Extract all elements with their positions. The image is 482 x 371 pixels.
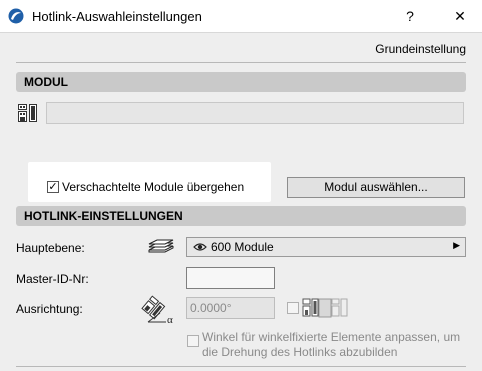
alpha-symbol: α	[167, 314, 173, 325]
module-path-field[interactable]	[46, 102, 464, 124]
section-header-modul[interactable]: MODUL	[16, 72, 466, 92]
bottom-divider	[16, 366, 466, 367]
skip-nested-modules-checkbox[interactable]: ✓	[47, 181, 59, 193]
orientation-label: Ausrichtung:	[16, 302, 83, 316]
select-module-button[interactable]: Modul auswählen...	[287, 177, 465, 198]
section-header-hotlink[interactable]: HOTLINK-EINSTELLUNGEN	[16, 206, 466, 226]
dialog-window: Hotlink-Auswahleinstellungen ? ✕ Grundei…	[0, 0, 482, 371]
help-button[interactable]: ?	[396, 6, 424, 26]
master-id-label: Master-ID-Nr:	[16, 272, 89, 286]
orientation-mode-checkbox[interactable]	[287, 302, 299, 314]
layer-value: 600 Module	[211, 240, 274, 254]
adjust-angle-checkbox[interactable]	[187, 335, 199, 347]
module-orientation-icons	[302, 298, 348, 318]
close-button[interactable]: ✕	[446, 6, 474, 26]
rotation-angle-icon: α	[141, 295, 173, 325]
skip-nested-modules-label[interactable]: Verschachtelte Module übergehen	[62, 180, 244, 194]
divider	[16, 62, 466, 63]
eye-icon	[193, 243, 207, 251]
window-title: Hotlink-Auswahleinstellungen	[32, 9, 202, 24]
archicad-app-icon	[8, 8, 24, 24]
title-bar: Hotlink-Auswahleinstellungen ? ✕	[0, 0, 482, 33]
adjust-angle-label-line2: die Drehung des Hotlinks abzubilden	[202, 345, 398, 359]
master-id-input[interactable]	[186, 267, 275, 289]
adjust-angle-label-line1: Winkel für winkelfixierte Elemente anpas…	[202, 330, 461, 344]
preset-label[interactable]: Grundeinstellung	[375, 42, 466, 56]
dropdown-arrow-icon: ▶	[453, 240, 460, 250]
layer-label: Hauptebene:	[16, 241, 85, 255]
orientation-input[interactable]: 0.0000°	[186, 297, 275, 319]
module-icon	[18, 104, 37, 122]
layer-dropdown[interactable]: 600 Module ▶	[186, 237, 466, 257]
layers-icon	[148, 239, 174, 253]
